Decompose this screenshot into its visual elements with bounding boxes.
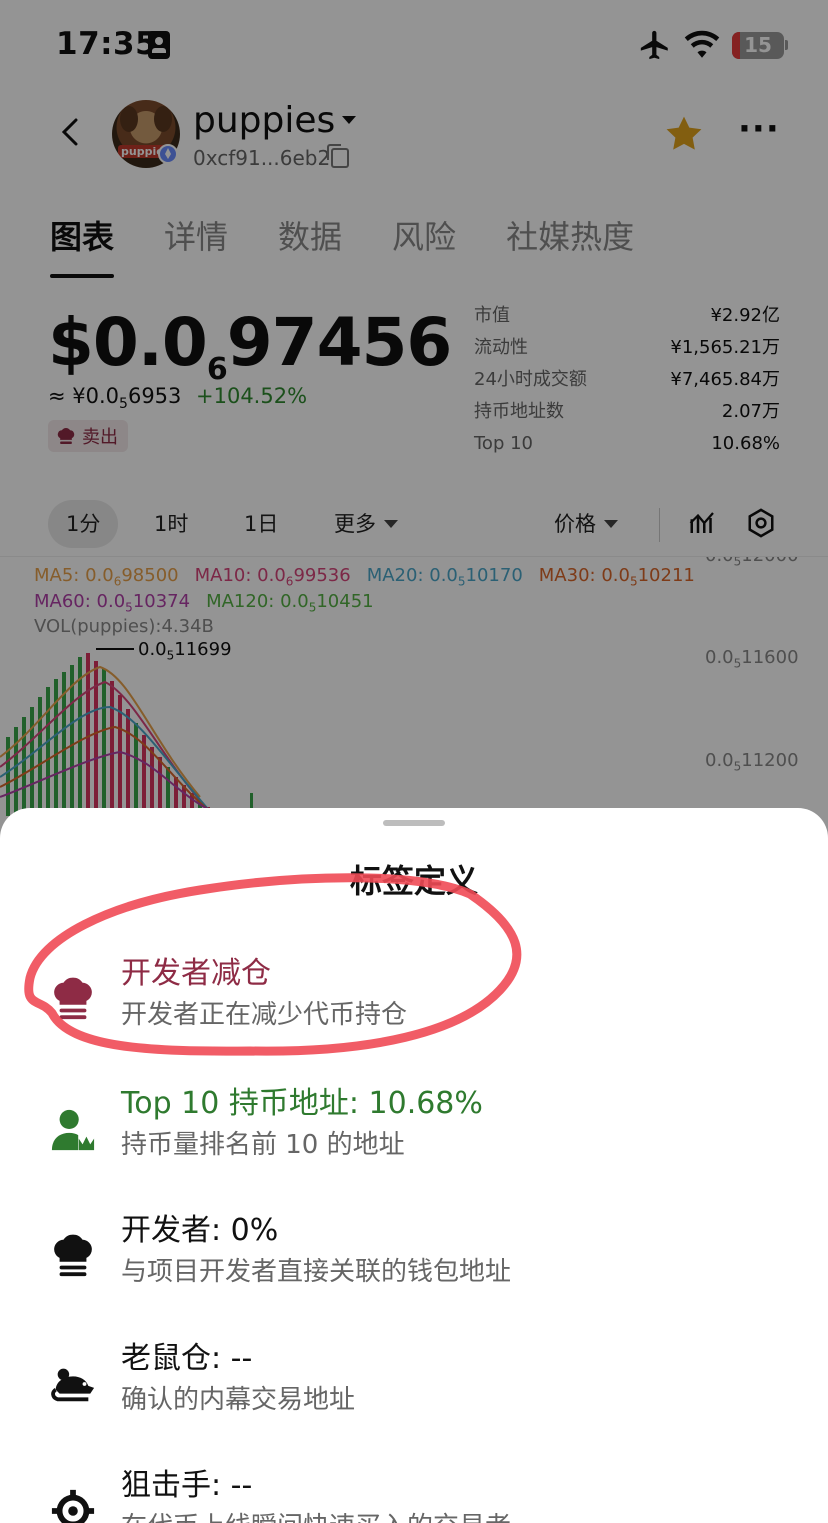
item-description: 开发者正在减少代币持仓 [121,1000,408,1030]
item-title: 狙击手: -- [121,1468,253,1503]
item-title: 老鼠仓: -- [121,1341,253,1376]
sheet-title: 标签定义 [349,862,478,900]
item-description: 与项目开发者直接关联的钱包地址 [121,1257,512,1287]
item-title: 开发者: 0% [121,1213,279,1248]
list-item-developer: 开发者: 0% 与项目开发者直接关联的钱包地址 [0,1205,828,1315]
tag-definition-sheet: 标签定义 开发者减仓 开发者正在减少代币持仓 Top 10 持币地址: 10.6… [0,808,828,1523]
list-item-sniper: 狙击手: -- 在代币上线瞬间快速买入的交易者 [0,1460,828,1523]
item-description: 持币量排名前 10 的地址 [121,1130,405,1160]
list-item-dev-sell: 开发者减仓 开发者正在减少代币持仓 [0,948,828,1058]
top-holder-icon [51,1109,95,1151]
item-title: Top 10 持币地址: 10.68% [121,1086,483,1121]
crosshair-icon [51,1489,95,1523]
chef-hat-icon [54,977,92,1020]
list-item-top10: Top 10 持币地址: 10.68% 持币量排名前 10 的地址 [0,1078,828,1188]
item-title: 开发者减仓 [121,956,271,991]
list-item-insider: 老鼠仓: -- 确认的内幕交易地址 [0,1333,828,1443]
item-description: 在代币上线瞬间快速买入的交易者 [121,1506,511,1523]
item-description: 确认的内幕交易地址 [121,1385,356,1415]
chef-hat-icon [54,1234,92,1277]
sheet-drag-handle[interactable] [383,820,445,826]
rat-icon [51,1368,95,1402]
